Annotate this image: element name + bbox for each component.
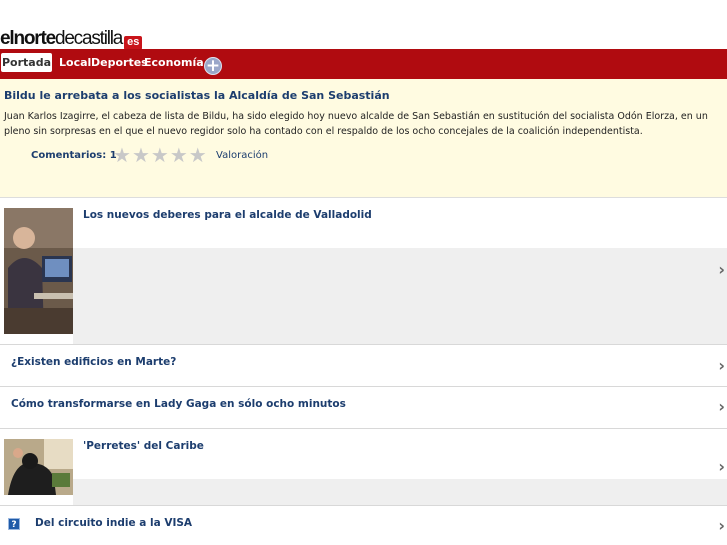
star-icon[interactable]: ★ [170, 145, 188, 165]
list-item[interactable]: ? Del circuito indie a la VISA › [0, 506, 727, 545]
chevron-right-icon[interactable]: › [718, 399, 725, 415]
list-item[interactable]: Cómo transformarse en Lady Gaga en sólo … [0, 387, 727, 429]
star-icon[interactable]: ★ [132, 145, 150, 165]
rating-stars[interactable]: ★ ★ ★ ★ ★ [113, 145, 207, 165]
question-icon: ? [8, 518, 20, 530]
article-title[interactable]: Cómo transformarse en Lady Gaga en sólo … [11, 398, 346, 410]
chevron-right-icon[interactable]: › [718, 358, 725, 374]
star-icon[interactable]: ★ [113, 145, 131, 165]
logo-text-bold: elnorte [0, 28, 56, 49]
article-title[interactable]: ¿Existen edificios en Marte? [11, 356, 176, 368]
site-logo[interactable]: elnorte decastilla es [0, 28, 143, 50]
nav-link-economia[interactable]: Economía [144, 53, 204, 72]
article-title[interactable]: 'Perretes' del Caribe [83, 440, 204, 452]
article-thumbnail[interactable] [4, 439, 73, 495]
row-background [73, 479, 727, 505]
chevron-right-icon[interactable]: › [718, 518, 725, 534]
featured-title[interactable]: Bildu le arrebata a los socialistas la A… [4, 89, 390, 102]
row-background [73, 248, 727, 344]
nav-link-local[interactable]: Local [59, 53, 91, 72]
article-title[interactable]: Los nuevos deberes para el alcalde de Va… [83, 209, 372, 221]
featured-article: Bildu le arrebata a los socialistas la A… [0, 79, 727, 198]
comments-link[interactable]: Comentarios: 1 [31, 150, 117, 161]
nav-tab-portada[interactable]: Portada [1, 53, 52, 72]
article-title[interactable]: Del circuito indie a la VISA [35, 517, 192, 529]
nav-link-deportes[interactable]: Deportes [91, 53, 148, 72]
list-item[interactable]: 'Perretes' del Caribe › [0, 429, 727, 506]
list-item[interactable]: ¿Existen edificios en Marte? › [0, 345, 727, 387]
star-icon[interactable]: ★ [189, 145, 207, 165]
chevron-right-icon[interactable]: › [718, 459, 725, 475]
logo-badge: es [124, 36, 143, 50]
photo-dog [4, 439, 73, 495]
photo-man-at-computer [4, 208, 73, 334]
rating-label: Valoración [216, 150, 269, 161]
logo-text-light: decastilla [54, 28, 123, 49]
plus-circle-icon[interactable]: + [204, 57, 222, 75]
featured-summary: Juan Karlos Izagirre, el cabeza de lista… [4, 111, 708, 137]
article-thumbnail[interactable] [4, 208, 73, 334]
star-icon[interactable]: ★ [151, 145, 169, 165]
header: elnorte decastilla es [0, 0, 727, 50]
chevron-right-icon[interactable]: › [718, 262, 725, 278]
section-nav: Portada Local Deportes Economía + [0, 49, 727, 79]
list-item[interactable]: Los nuevos deberes para el alcalde de Va… [0, 198, 727, 345]
